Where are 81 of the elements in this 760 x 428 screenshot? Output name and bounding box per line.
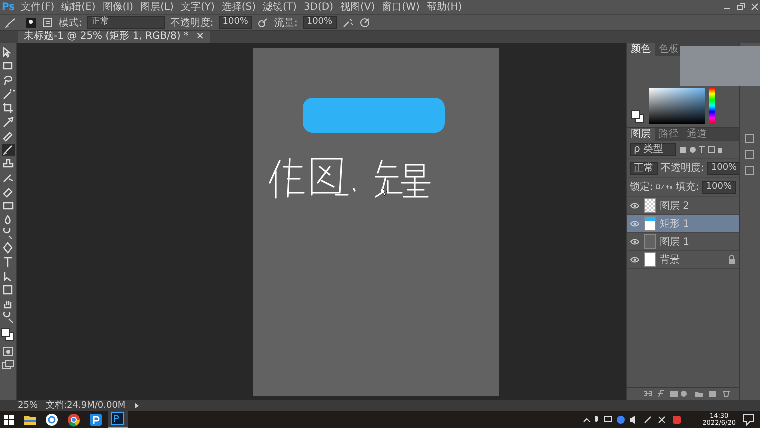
- menu-item[interactable]: 图层(L): [140, 0, 174, 14]
- opacity-label: 不透明度:: [170, 16, 214, 30]
- menu-item[interactable]: 3D(D): [304, 2, 334, 12]
- fill-label: 填充:: [676, 180, 700, 194]
- layer-name: 图层 1: [660, 236, 691, 248]
- menu-item[interactable]: 文件(F): [21, 0, 55, 14]
- mode-dropdown[interactable]: 正常: [87, 16, 166, 29]
- fill-field[interactable]: 100%: [702, 180, 736, 194]
- notification-icon[interactable]: [742, 414, 756, 426]
- stamp-tool-icon[interactable]: [2, 158, 14, 170]
- color-field[interactable]: [649, 88, 705, 124]
- menu-item[interactable]: 选择(S): [222, 0, 256, 14]
- triangle-icon[interactable]: [134, 402, 140, 408]
- flow-label: 流量:: [274, 16, 298, 30]
- menu-item[interactable]: 编辑(E): [62, 0, 96, 14]
- marquee-tool-icon[interactable]: [2, 60, 14, 72]
- lock-options-icons[interactable]: [656, 183, 673, 191]
- menu-item[interactable]: 窗口(W): [382, 0, 420, 14]
- panel-tab[interactable]: 颜色: [627, 43, 655, 56]
- menu-item[interactable]: 帮助(H): [426, 0, 462, 14]
- layer-filter-dropdown[interactable]: ρ 类型: [630, 143, 676, 156]
- pressure-icon[interactable]: [257, 16, 270, 28]
- brush-tool-icon[interactable]: [2, 144, 14, 156]
- panel-tab[interactable]: 路径: [655, 128, 683, 141]
- lasso-tool-icon[interactable]: [2, 74, 14, 86]
- eraser-tool-icon[interactable]: [2, 186, 14, 198]
- document-size: 文档:24.9M/0.00M: [46, 400, 126, 412]
- menu-item[interactable]: 视图(V): [340, 0, 376, 14]
- menu-item[interactable]: 滤镜(T): [263, 0, 297, 14]
- layer-row[interactable]: 图层 1: [627, 233, 739, 251]
- eye-icon[interactable]: [630, 202, 640, 210]
- eye-icon[interactable]: [630, 220, 640, 228]
- lock-label: 锁定:: [630, 180, 654, 194]
- color-swatches-icon[interactable]: [1, 328, 15, 342]
- panel-icon[interactable]: [744, 165, 756, 177]
- panel-icon[interactable]: [744, 149, 756, 161]
- eyedropper-tool-icon[interactable]: [2, 116, 14, 128]
- zoom-level: 25%: [18, 400, 38, 410]
- hand-tool-icon[interactable]: [2, 298, 14, 310]
- layer-name: 背景: [660, 254, 681, 266]
- flow-field[interactable]: 100%: [302, 16, 337, 29]
- app-logo[interactable]: Ps: [2, 2, 16, 12]
- panel-tab[interactable]: 图层: [627, 128, 655, 141]
- zoom-tool-icon[interactable]: [2, 312, 14, 324]
- type-tool-icon[interactable]: [2, 256, 14, 268]
- document-tab[interactable]: 未标题-1 @ 25% (矩形 1, RGB/8) * ×: [18, 31, 210, 43]
- menu-item[interactable]: 文字(Y): [180, 0, 215, 14]
- crop-tool-icon[interactable]: [2, 102, 14, 114]
- gradient-tool-icon[interactable]: [2, 200, 14, 212]
- layer-opacity-field[interactable]: 100%: [707, 162, 742, 174]
- panel-tab[interactable]: 通道: [683, 128, 711, 141]
- filter-icons[interactable]: [679, 146, 723, 154]
- tab-close-button[interactable]: ×: [196, 31, 204, 42]
- fg-bg-color-icon[interactable]: [631, 110, 645, 124]
- eye-icon[interactable]: [630, 256, 640, 264]
- cursor-icon: [381, 188, 387, 196]
- opacity-field[interactable]: 100%: [218, 16, 252, 29]
- pressure-size-icon[interactable]: [358, 16, 371, 28]
- restore-icon[interactable]: [736, 3, 746, 11]
- opacity-label: 不透明度:: [661, 162, 704, 175]
- shape-tool-icon[interactable]: [2, 284, 14, 296]
- blend-mode-dropdown[interactable]: 正常: [630, 162, 658, 174]
- quick-mask-icon[interactable]: [2, 346, 14, 358]
- layer-row[interactable]: 矩形 1: [627, 215, 739, 233]
- brush-preset-icon[interactable]: [25, 16, 37, 28]
- mode-label: 模式:: [59, 16, 82, 30]
- layer-row[interactable]: 背景: [627, 251, 739, 269]
- layer-name: 图层 2: [660, 200, 691, 212]
- eye-icon[interactable]: [630, 238, 640, 246]
- brush-panel-icon[interactable]: [42, 16, 54, 28]
- menu-item[interactable]: 图像(I): [102, 0, 134, 14]
- layer-name: 矩形 1: [660, 218, 691, 230]
- hue-spectrum: [709, 88, 715, 124]
- panel-icon[interactable]: [744, 133, 756, 145]
- airbrush-icon[interactable]: [342, 16, 354, 28]
- wand-tool-icon[interactable]: [2, 88, 14, 100]
- photoshop-app-icon[interactable]: [108, 411, 128, 428]
- screen-mode-icon[interactable]: [2, 360, 14, 372]
- close-icon[interactable]: [750, 3, 760, 11]
- pen-tool-icon[interactable]: [2, 242, 14, 254]
- panel-tab[interactable]: 色板: [655, 43, 683, 56]
